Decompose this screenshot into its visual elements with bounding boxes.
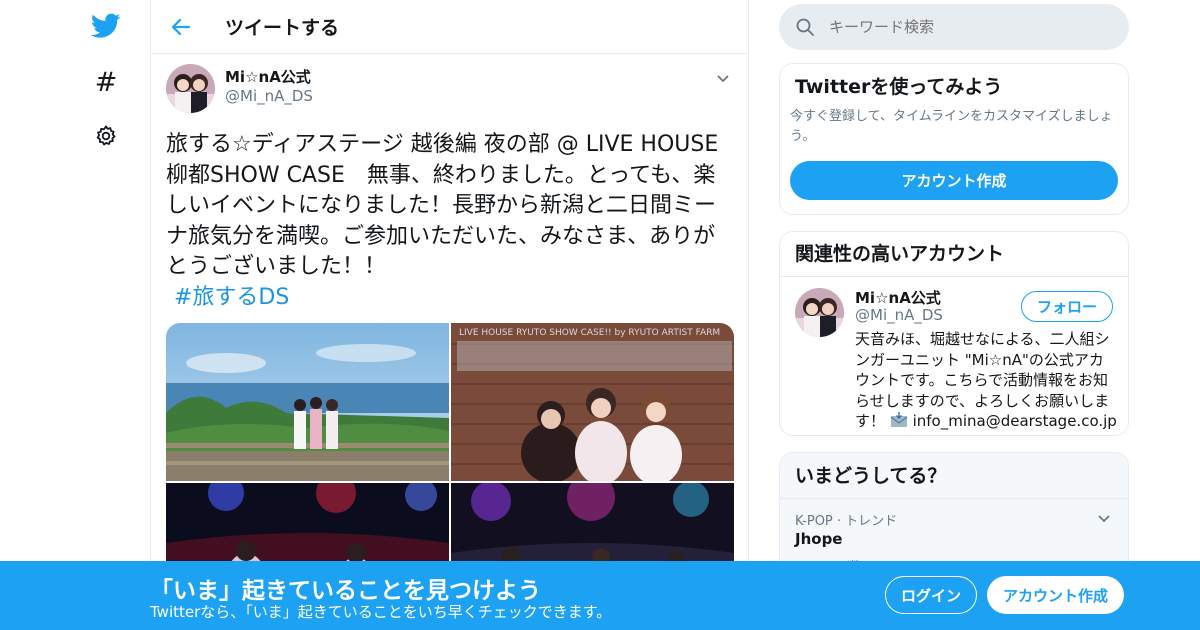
photo-sign-text: LIVE HOUSE RYUTO SHOW CASE!! by RYUTO AR…	[459, 328, 720, 338]
hashtag-icon[interactable]: #	[86, 62, 126, 102]
login-button[interactable]: ログイン	[885, 576, 977, 614]
related-account-name[interactable]: Mi☆nA公式	[855, 287, 941, 308]
back-arrow-icon[interactable]	[163, 9, 199, 45]
avatar[interactable]	[795, 288, 844, 337]
tweet-text: 旅する☆ディアステージ 越後編 夜の部 @ LIVE HOUSE 柳都SHOW …	[166, 130, 733, 313]
author-name[interactable]: Mi☆nA公式	[225, 68, 313, 86]
banner-signup-button[interactable]: アカウント作成	[987, 576, 1124, 614]
main-column: ツイートする Mi☆nA公式 @Mi_nA_DS 旅する☆ディアステージ 越後編…	[150, 0, 749, 630]
hashtag-link[interactable]: #旅するDS	[174, 285, 289, 310]
related-account-handle[interactable]: @Mi_nA_DS	[855, 306, 943, 324]
trends-title: いまどうしてる？	[795, 465, 947, 487]
signup-card-title: Twitterを使ってみよう	[795, 76, 1003, 98]
search-icon	[796, 18, 814, 36]
chevron-down-icon[interactable]	[1095, 509, 1113, 527]
bio-email[interactable]: info_mina@dearstage.co.jp	[913, 412, 1117, 430]
page-header: ツイートする	[151, 0, 748, 54]
tweet-body: 旅する☆ディアステージ 越後編 夜の部 @ LIVE HOUSE 柳都SHOW …	[166, 132, 719, 279]
related-accounts-card: 関連性の高いアカウント Mi☆nA公式 @Mi_nA_DS フォロー 天音みほ、…	[779, 231, 1129, 436]
avatar[interactable]	[166, 64, 215, 113]
create-account-button[interactable]: アカウント作成	[790, 161, 1118, 200]
related-account-bio: 天音みほ、堀越せなによる、二人組シンガーユニット "Mi☆nA"の公式アカウント…	[855, 329, 1117, 434]
follow-button[interactable]: フォロー	[1021, 291, 1113, 322]
page: # ツイートする Mi☆nA公式 @Mi_nA_DS 旅する☆ディアステージ 越…	[0, 0, 1200, 630]
tweet-author: Mi☆nA公式 @Mi_nA_DS	[166, 64, 733, 114]
page-title: ツイートする	[225, 17, 340, 39]
trend-name[interactable]: Jhope	[795, 530, 842, 548]
tweet: Mi☆nA公式 @Mi_nA_DS 旅する☆ディアステージ 越後編 夜の部 @ …	[151, 54, 748, 623]
author-handle[interactable]: @Mi_nA_DS	[225, 86, 313, 106]
tweet-photo-2[interactable]: LIVE HOUSE RYUTO SHOW CASE!! by RYUTO AR…	[451, 323, 734, 481]
twitter-logo-icon[interactable]	[86, 6, 126, 46]
search-input[interactable]	[829, 18, 1099, 36]
left-nav: #	[0, 0, 150, 630]
tweet-photo-1[interactable]	[166, 323, 449, 481]
related-accounts-title: 関連性の高いアカウント	[795, 243, 1005, 265]
banner-subtitle: Twitterなら、「いま」起きていることをいち早くチェックできます。	[150, 603, 612, 621]
search-bar[interactable]	[779, 4, 1129, 50]
signup-card: Twitterを使ってみよう 今すぐ登録して、タイムラインをカスタマイズしましょ…	[779, 63, 1129, 215]
banner-title: 「いま」起きていることを見つけよう	[150, 578, 541, 604]
trend-meta: K-POP · トレンド	[795, 514, 898, 529]
chevron-down-icon[interactable]	[713, 68, 733, 88]
gear-icon[interactable]	[86, 116, 126, 156]
signup-card-subtitle: 今すぐ登録して、タイムラインをカスタマイズしましょう。	[790, 109, 1113, 144]
mail-icon	[890, 412, 908, 434]
